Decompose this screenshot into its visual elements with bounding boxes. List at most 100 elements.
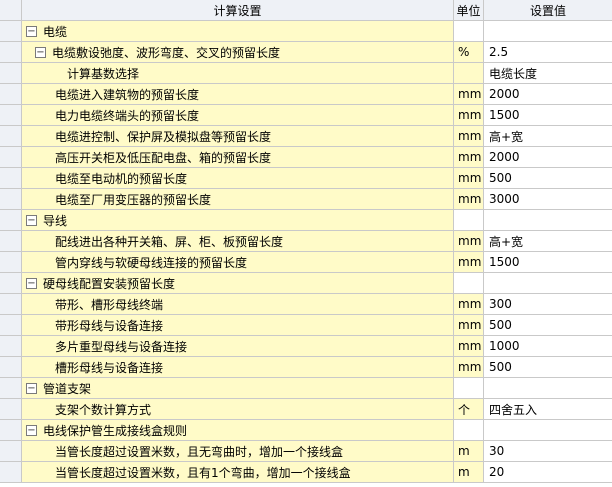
setting-row[interactable]: 高压开关柜及低压配电盘、箱的预留长度 mm 2000	[0, 147, 612, 168]
setting-name: 带形母线与设备连接	[55, 318, 164, 333]
row-gutter	[0, 21, 22, 42]
setting-row[interactable]: 电缆至电动机的预留长度 mm 500	[0, 168, 612, 189]
row-gutter	[0, 273, 22, 294]
setting-value	[484, 21, 612, 42]
settings-grid: 计算设置 单位 设置值 − 电缆 − 电缆敷设弛度、波形弯度、交叉的预留长度% 2.5 计…	[0, 0, 612, 483]
setting-name: 电力电缆终端头的预留长度	[55, 108, 200, 123]
row-gutter	[0, 336, 22, 357]
collapse-toggle-icon[interactable]: −	[26, 25, 37, 37]
setting-row[interactable]: 计算基数选择 电缆长度	[0, 63, 612, 84]
setting-name-cell: 带形母线与设备连接	[22, 315, 454, 336]
setting-value[interactable]: 500	[484, 357, 612, 378]
setting-name: 电缆至厂用变压器的预留长度	[55, 192, 212, 207]
setting-value[interactable]: 30	[484, 441, 612, 462]
setting-row[interactable]: 当管长度超过设置米数，且无弯曲时，增加一个接线盒 m 30	[0, 441, 612, 462]
column-header-name[interactable]: 计算设置	[22, 0, 454, 21]
row-gutter	[0, 84, 22, 105]
setting-name-cell: 电力电缆终端头的预留长度	[22, 105, 454, 126]
setting-name: 带形、槽形母线终端	[55, 297, 164, 312]
group-row[interactable]: − 硬母线配置安装预留长度	[0, 273, 612, 294]
setting-name-cell: 当管长度超过设置米数，且无弯曲时，增加一个接线盒	[22, 441, 454, 462]
column-header-value[interactable]: 设置值	[484, 0, 612, 21]
setting-row[interactable]: 电缆进控制、保护屏及模拟盘等预留长度 mm 高+宽	[0, 126, 612, 147]
setting-name-cell: 当管长度超过设置米数，且有1个弯曲，增加一个接线盒	[22, 462, 454, 483]
collapse-toggle-icon[interactable]: −	[26, 382, 37, 394]
setting-name-cell: 计算基数选择	[22, 63, 454, 84]
row-gutter	[0, 294, 22, 315]
collapse-toggle-icon[interactable]: −	[26, 214, 37, 226]
setting-name: 槽形母线与设备连接	[55, 360, 164, 375]
setting-value[interactable]: 2.5	[484, 42, 612, 63]
row-gutter	[0, 441, 22, 462]
row-gutter	[0, 189, 22, 210]
group-row[interactable]: − 电线保护管生成接线盒规则	[0, 420, 612, 441]
setting-value[interactable]: 1000	[484, 336, 612, 357]
setting-value[interactable]: 300	[484, 294, 612, 315]
header-gutter	[0, 0, 22, 21]
setting-name: 配线进出各种开关箱、屏、柜、板预留长度	[55, 234, 284, 249]
row-gutter	[0, 147, 22, 168]
setting-value[interactable]: 1500	[484, 105, 612, 126]
setting-unit: mm	[454, 168, 484, 189]
setting-value[interactable]: 高+宽	[484, 231, 612, 252]
setting-row[interactable]: 当管长度超过设置米数，且有1个弯曲，增加一个接线盒 m 20	[0, 462, 612, 483]
setting-value[interactable]: 500	[484, 315, 612, 336]
setting-unit: m	[454, 441, 484, 462]
collapse-toggle-icon[interactable]: −	[26, 277, 37, 289]
setting-name-cell: 配线进出各种开关箱、屏、柜、板预留长度	[22, 231, 454, 252]
setting-value[interactable]: 2000	[484, 84, 612, 105]
row-gutter	[0, 462, 22, 483]
row-gutter	[0, 42, 22, 63]
setting-row[interactable]: 管内穿线与软硬母线连接的预留长度 mm 1500	[0, 252, 612, 273]
setting-name: 管道支架	[43, 381, 92, 396]
grid-header: 计算设置 单位 设置值	[0, 0, 612, 21]
setting-row[interactable]: 多片重型母线与设备连接 mm 1000	[0, 336, 612, 357]
setting-name-cell: − 电缆	[22, 21, 454, 42]
setting-value[interactable]: 500	[484, 168, 612, 189]
setting-row[interactable]: 带形母线与设备连接 mm 500	[0, 315, 612, 336]
setting-value[interactable]: 2000	[484, 147, 612, 168]
setting-name: 电缆敷设弛度、波形弯度、交叉的预留长度	[52, 45, 281, 60]
setting-value[interactable]: 电缆长度	[484, 63, 612, 84]
setting-value	[484, 378, 612, 399]
group-row[interactable]: − 管道支架	[0, 378, 612, 399]
setting-name-cell: − 硬母线配置安装预留长度	[22, 273, 454, 294]
row-gutter	[0, 420, 22, 441]
setting-value[interactable]: 20	[484, 462, 612, 483]
setting-value	[484, 210, 612, 231]
setting-row[interactable]: 槽形母线与设备连接 mm 500	[0, 357, 612, 378]
setting-name: 当管长度超过设置米数，且无弯曲时，增加一个接线盒	[55, 444, 344, 459]
setting-unit	[454, 210, 484, 231]
setting-name: 电缆至电动机的预留长度	[55, 171, 188, 186]
setting-value[interactable]: 3000	[484, 189, 612, 210]
collapse-toggle-icon[interactable]: −	[35, 46, 46, 58]
setting-value[interactable]: 高+宽	[484, 126, 612, 147]
setting-value	[484, 273, 612, 294]
setting-name-cell: 高压开关柜及低压配电盘、箱的预留长度	[22, 147, 454, 168]
setting-unit: mm	[454, 189, 484, 210]
group-row[interactable]: − 电缆敷设弛度、波形弯度、交叉的预留长度% 2.5	[0, 42, 612, 63]
setting-name: 电缆进入建筑物的预留长度	[55, 87, 200, 102]
setting-value[interactable]: 四舍五入	[484, 399, 612, 420]
setting-unit	[454, 21, 484, 42]
setting-name: 导线	[43, 213, 68, 228]
column-header-unit[interactable]: 单位	[454, 0, 484, 21]
setting-row[interactable]: 电缆至厂用变压器的预留长度 mm 3000	[0, 189, 612, 210]
setting-name-cell: 电缆至电动机的预留长度	[22, 168, 454, 189]
setting-value[interactable]: 1500	[484, 252, 612, 273]
setting-name: 高压开关柜及低压配电盘、箱的预留长度	[55, 150, 272, 165]
row-gutter	[0, 399, 22, 420]
setting-name: 计算基数选择	[67, 66, 140, 81]
setting-value	[484, 420, 612, 441]
setting-row[interactable]: 电缆进入建筑物的预留长度 mm 2000	[0, 84, 612, 105]
collapse-toggle-icon[interactable]: −	[26, 424, 37, 436]
setting-row[interactable]: 带形、槽形母线终端 mm 300	[0, 294, 612, 315]
setting-row[interactable]: 配线进出各种开关箱、屏、柜、板预留长度 mm 高+宽	[0, 231, 612, 252]
setting-unit: mm	[454, 315, 484, 336]
group-row[interactable]: − 导线	[0, 210, 612, 231]
setting-row[interactable]: 电力电缆终端头的预留长度 mm 1500	[0, 105, 612, 126]
setting-row[interactable]: 支架个数计算方式 个四舍五入	[0, 399, 612, 420]
group-row[interactable]: − 电缆	[0, 21, 612, 42]
setting-unit: mm	[454, 105, 484, 126]
row-gutter	[0, 105, 22, 126]
